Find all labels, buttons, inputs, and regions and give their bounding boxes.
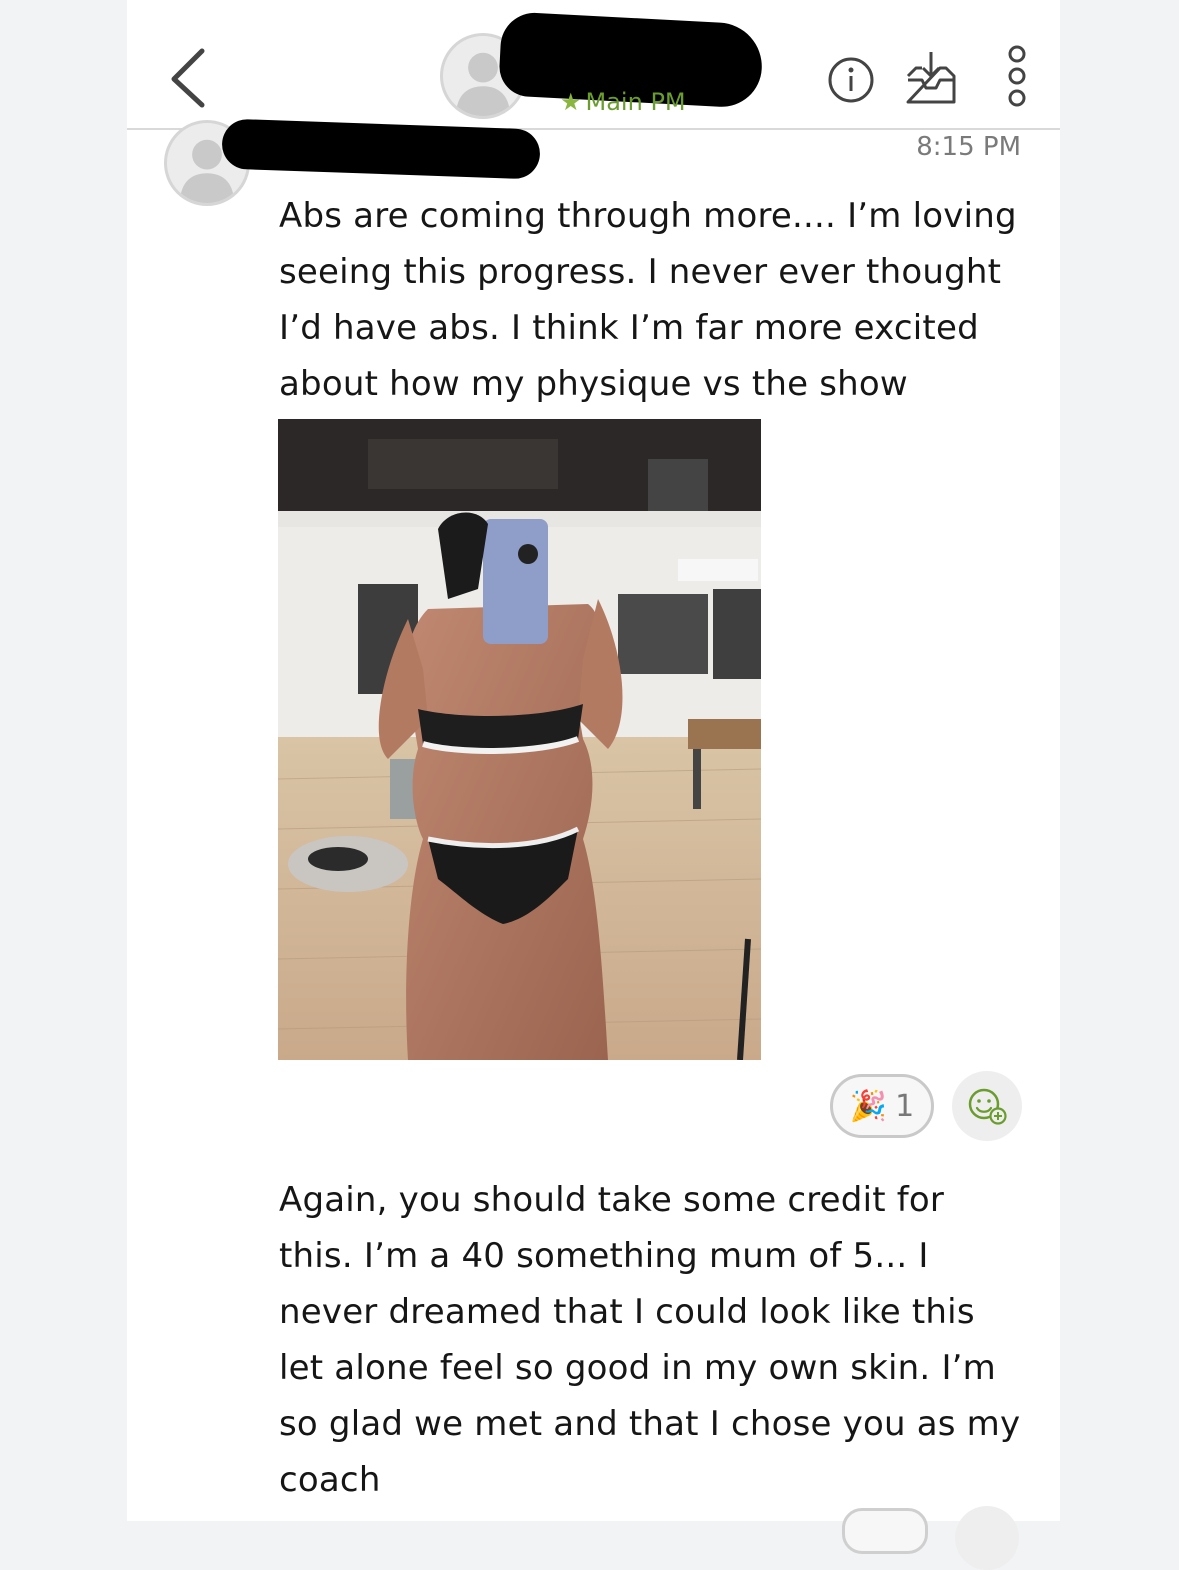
add-emoji-icon [968, 1088, 1007, 1125]
reaction-count: 1 [895, 1088, 915, 1124]
message-photo[interactable] [278, 419, 761, 1060]
reaction-chip[interactable]: 🎉 1 [830, 1074, 934, 1138]
info-icon [828, 57, 874, 103]
more-vertical-icon [1008, 45, 1026, 107]
message-text-2: Again, you should take some credit for t… [279, 1180, 1021, 1500]
inbox-download-button[interactable] [900, 46, 962, 112]
add-reaction-button[interactable] [952, 1071, 1022, 1141]
party-popper-icon: 🎉 [849, 1088, 888, 1124]
star-icon: ★ [560, 88, 582, 116]
info-button[interactable] [826, 55, 876, 109]
conversation-subtitle[interactable]: ★ Main PM [560, 88, 686, 116]
message-timestamp: 8:15 PM [916, 132, 1021, 162]
subtitle-label: Main PM [585, 88, 686, 116]
reaction-chip-partial[interactable] [842, 1508, 928, 1554]
back-button[interactable] [160, 45, 220, 109]
add-reaction-button-partial[interactable] [955, 1506, 1019, 1570]
back-chevron-icon [171, 48, 205, 108]
more-options-button[interactable] [1002, 44, 1032, 112]
message-text: Abs are coming through more.... I’m lovi… [279, 196, 1017, 404]
inbox-download-icon [906, 52, 956, 104]
mirror-selfie-image [278, 419, 761, 1060]
